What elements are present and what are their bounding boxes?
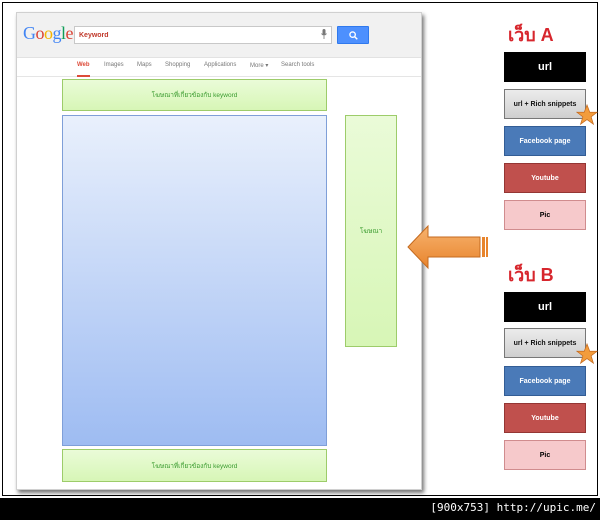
ad-right-banner[interactable]: โฆษณา: [345, 115, 397, 347]
watermark-bar: [900x753] http://upic.me/: [0, 498, 600, 520]
tab-more[interactable]: More ▾: [250, 62, 268, 75]
tab-applications[interactable]: Applications: [204, 62, 236, 75]
canvas: Google Web Images Maps Shoppin: [0, 0, 600, 498]
tab-maps[interactable]: Maps: [137, 62, 152, 75]
legend-b-youtube: Youtube: [504, 403, 586, 433]
serp-nav: Web Images Maps Shopping Applications Mo…: [17, 58, 421, 77]
search-button[interactable]: [337, 26, 369, 44]
ad-bottom-banner[interactable]: โฆษณาที่เกี่ยวข้องกับ keyword: [62, 449, 327, 482]
legend-b-facebook: Facebook page: [504, 366, 586, 396]
legend-a-pic: Pic: [504, 200, 586, 230]
tab-web[interactable]: Web: [77, 62, 90, 77]
google-logo[interactable]: Google: [23, 23, 73, 44]
star-icon: [576, 343, 598, 365]
ad-bottom-label: โฆษณาที่เกี่ยวข้องกับ keyword: [151, 462, 238, 470]
ad-top-label: โฆษณาที่เกี่ยวข้องกับ keyword: [151, 92, 238, 99]
legend-b-pic: Pic: [504, 440, 586, 470]
legend-a-url: url: [504, 52, 586, 82]
search-icon: [348, 30, 358, 40]
organic-results-area: [62, 115, 327, 446]
search-box: [74, 26, 332, 44]
legend-a-facebook: Facebook page: [504, 126, 586, 156]
site-a-title: เว็บ A: [508, 25, 554, 45]
site-b-title: เว็บ B: [508, 265, 554, 285]
tab-shopping[interactable]: Shopping: [165, 62, 190, 75]
microphone-icon[interactable]: [321, 29, 327, 39]
serp-header: Google: [17, 13, 421, 58]
legend-a-rich-snippets: url + Rich snippets: [504, 89, 586, 119]
star-icon: [576, 104, 598, 126]
watermark-text: [900x753] http://upic.me/: [430, 501, 596, 514]
legend-b-rich-snippets: url + Rich snippets: [504, 328, 586, 358]
legend-b-url: url: [504, 292, 586, 322]
ad-right-label: โฆษณา: [359, 228, 383, 235]
tab-search-tools[interactable]: Search tools: [281, 62, 314, 75]
search-input[interactable]: [77, 28, 311, 42]
legend-a-youtube: Youtube: [504, 163, 586, 193]
ad-top-banner[interactable]: โฆษณาที่เกี่ยวข้องกับ keyword: [62, 79, 327, 111]
serp-window: Google Web Images Maps Shoppin: [16, 12, 422, 490]
tab-images[interactable]: Images: [104, 62, 124, 75]
left-arrow-icon: [407, 224, 488, 270]
